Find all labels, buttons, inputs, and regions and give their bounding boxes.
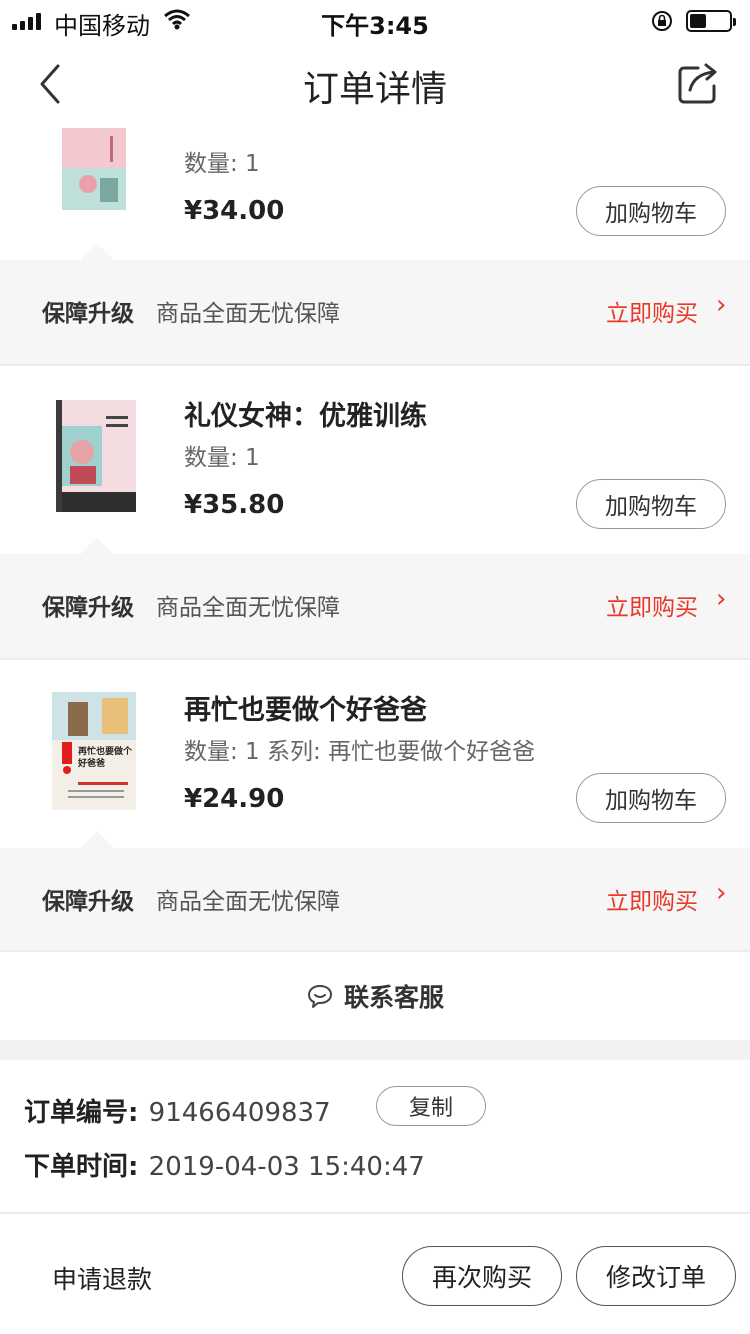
book-cover-title: 再忙也要做个好爸爸	[78, 747, 133, 769]
order-time-label: 下单时间:	[24, 1152, 139, 1182]
book-cover-image	[48, 396, 140, 516]
order-item[interactable]: 再忙也要做个好爸爸 再忙也要做个好爸爸 数量: 1 系列: 再忙也要做个好爸爸 …	[0, 660, 750, 848]
guarantee-description: 商品全面无忧保障	[156, 301, 340, 327]
item-price: ¥35.80	[184, 490, 285, 520]
order-time-row: 下单时间: 2019-04-03 15:40:47	[24, 1146, 425, 1183]
add-to-cart-button[interactable]: 加购物车	[576, 773, 726, 823]
book-cover-image	[48, 128, 140, 210]
order-item[interactable]: 礼仪女神：优雅训练 数量: 1 ¥35.80 加购物车	[0, 366, 750, 554]
section-gap	[0, 1040, 750, 1060]
battery-icon	[686, 10, 736, 32]
request-refund-button[interactable]: 申请退款	[52, 1260, 152, 1296]
chevron-right-icon: ›	[716, 584, 727, 614]
book-cover-image: 再忙也要做个好爸爸	[48, 690, 140, 810]
item-price: ¥34.00	[184, 196, 285, 226]
orientation-lock-icon	[652, 11, 672, 31]
bottom-action-bar: 申请退款 再次购买 修改订单	[0, 1212, 750, 1334]
add-to-cart-button[interactable]: 加购物车	[576, 479, 726, 529]
item-quantity: 数量: 1	[184, 445, 260, 471]
buy-now-link[interactable]: 立即购买	[606, 588, 698, 622]
contact-support-button[interactable]: 联系客服	[0, 952, 750, 1040]
guarantee-label: 保障升级	[42, 301, 134, 327]
buy-again-button[interactable]: 再次购买	[402, 1246, 562, 1306]
status-bar: 中国移动 下午3:45	[0, 0, 750, 40]
buy-now-link[interactable]: 立即购买	[606, 882, 698, 916]
guarantee-description: 商品全面无忧保障	[156, 595, 340, 621]
order-time-value: 2019-04-03 15:40:47	[148, 1152, 425, 1182]
guarantee-label: 保障升级	[42, 889, 134, 915]
chat-bubble-icon	[307, 985, 332, 1008]
item-price: ¥24.90	[184, 784, 285, 814]
order-info-section: 订单编号: 91466409837 复制 下单时间: 2019-04-03 15…	[0, 1060, 750, 1210]
item-title: 礼仪女神：优雅训练	[184, 401, 427, 432]
guarantee-upgrade-row[interactable]: 保障升级 商品全面无忧保障 立即购买 ›	[0, 831, 750, 952]
status-time: 下午3:45	[321, 12, 429, 40]
share-icon[interactable]	[676, 62, 720, 106]
item-quantity: 数量: 1 系列: 再忙也要做个好爸爸	[184, 739, 536, 765]
order-number-value: 91466409837	[148, 1098, 331, 1128]
page-title: 订单详情	[302, 69, 447, 110]
item-quantity: 数量: 1	[184, 151, 260, 177]
guarantee-description: 商品全面无忧保障	[156, 889, 340, 915]
contact-support-label: 联系客服	[343, 983, 444, 1012]
nav-bar: 订单详情	[0, 40, 750, 128]
chevron-right-icon: ›	[716, 290, 727, 320]
chevron-right-icon: ›	[716, 878, 727, 908]
copy-order-number-button[interactable]: 复制	[376, 1086, 486, 1126]
add-to-cart-button[interactable]: 加购物车	[576, 186, 726, 236]
item-title: 再忙也要做个好爸爸	[184, 695, 427, 726]
guarantee-label: 保障升级	[42, 595, 134, 621]
order-number-label: 订单编号:	[24, 1098, 139, 1128]
order-number-row: 订单编号: 91466409837	[24, 1092, 331, 1129]
buy-now-link[interactable]: 立即购买	[606, 294, 698, 328]
modify-order-button[interactable]: 修改订单	[576, 1246, 736, 1306]
guarantee-upgrade-row[interactable]: 保障升级 商品全面无忧保障 立即购买 ›	[0, 537, 750, 658]
guarantee-upgrade-row[interactable]: 保障升级 商品全面无忧保障 立即购买 ›	[0, 243, 750, 364]
